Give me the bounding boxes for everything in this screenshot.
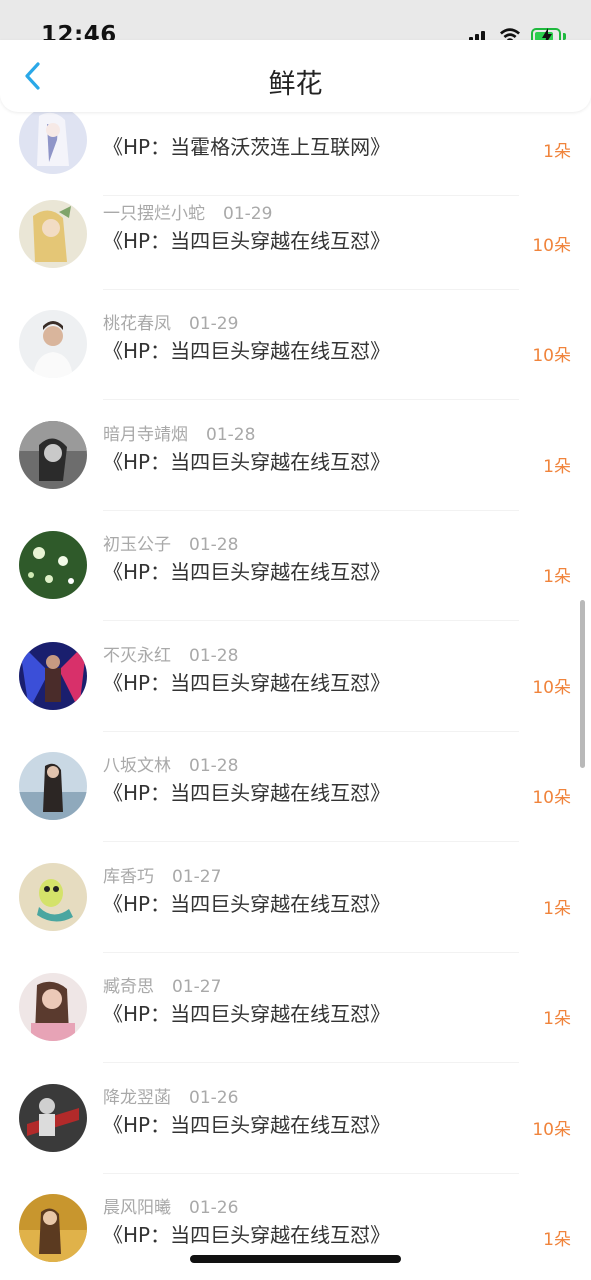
username[interactable]: 暗月寺靖烟 (103, 425, 188, 445)
scrollbar[interactable] (580, 600, 585, 768)
book-title[interactable]: 《HP：当四巨头穿越在线互怼》 (103, 446, 390, 475)
book-title[interactable]: 《HP：当四巨头穿越在线互怼》 (103, 1219, 390, 1248)
flower-count: 10朵 (532, 788, 571, 808)
avatar[interactable] (19, 642, 87, 710)
username[interactable]: 不灭永红 (103, 646, 171, 666)
nav-bar: 鲜花 (0, 40, 591, 112)
username[interactable]: 臧奇思 (103, 977, 154, 997)
page-title: 鲜花 (268, 69, 323, 100)
user-line: 八坂文林 01-28 (103, 751, 238, 776)
date: 01-26 (189, 1198, 239, 1218)
date: 01-28 (189, 646, 239, 666)
avatar[interactable] (19, 752, 87, 820)
date: 01-28 (189, 535, 239, 555)
book-title[interactable]: 《HP：当四巨头穿越在线互怼》 (103, 335, 390, 364)
user-line: 库香巧 01-27 (103, 862, 221, 887)
list-item[interactable]: 一只摆烂小蛇 01-29 《HP：当四巨头穿越在线互怼》 10朵 (0, 179, 591, 290)
avatar[interactable] (19, 1194, 87, 1262)
date: 01-28 (189, 756, 239, 776)
avatar[interactable] (19, 973, 87, 1041)
flower-count: 1朵 (543, 1009, 571, 1029)
list-item[interactable]: 初玉公子 01-28 《HP：当四巨头穿越在线互怼》 1朵 (0, 510, 591, 621)
list-item[interactable]: 暗月寺靖烟 01-28 《HP：当四巨头穿越在线互怼》 1朵 (0, 400, 591, 511)
flower-count: 1朵 (543, 142, 571, 162)
avatar[interactable] (19, 310, 87, 378)
battery-cap (563, 33, 566, 40)
username[interactable]: 桃花春凤 (103, 314, 171, 334)
date: 01-29 (223, 204, 273, 224)
date: 01-27 (172, 867, 222, 887)
list-item[interactable]: 桃花春凤 01-29 《HP：当四巨头穿越在线互怼》 10朵 (0, 289, 591, 400)
book-title[interactable]: 《HP：当四巨头穿越在线互怼》 (103, 777, 390, 806)
flower-count: 1朵 (543, 1230, 571, 1250)
home-indicator[interactable] (190, 1255, 401, 1263)
username[interactable]: 一只摆烂小蛇 (103, 204, 205, 224)
avatar[interactable] (19, 200, 87, 268)
user-line: 桃花春凤 01-29 (103, 309, 238, 334)
avatar[interactable] (19, 106, 87, 174)
avatar[interactable] (19, 531, 87, 599)
list-item[interactable]: 不灭永红 01-28 《HP：当四巨头穿越在线互怼》 10朵 (0, 621, 591, 732)
user-line: 一只摆烂小蛇 01-29 (103, 199, 272, 224)
book-title[interactable]: 《HP：当四巨头穿越在线互怼》 (103, 667, 390, 696)
book-title[interactable]: 《HP：当四巨头穿越在线互怼》 (103, 225, 390, 254)
user-line: 不灭永红 01-28 (103, 641, 238, 666)
list-item[interactable]: 臧奇思 01-27 《HP：当四巨头穿越在线互怼》 1朵 (0, 952, 591, 1063)
list-item[interactable]: 降龙翌菡 01-26 《HP：当四巨头穿越在线互怼》 10朵 (0, 1063, 591, 1174)
status-bar: 12:46 (0, 0, 591, 48)
list-item[interactable]: 八坂文林 01-28 《HP：当四巨头穿越在线互怼》 10朵 (0, 731, 591, 842)
flower-count: 1朵 (543, 899, 571, 919)
user-line: 暗月寺靖烟 01-28 (103, 420, 255, 445)
date: 01-28 (206, 425, 256, 445)
user-line: 降龙翌菡 01-26 (103, 1083, 238, 1108)
user-line: 初玉公子 01-28 (103, 530, 238, 555)
book-title[interactable]: 《HP：当四巨头穿越在线互怼》 (103, 1109, 390, 1138)
user-line: 晨风阳曦 01-26 (103, 1193, 238, 1218)
flower-count: 1朵 (543, 567, 571, 587)
username[interactable]: 初玉公子 (103, 535, 171, 555)
date: 01-29 (189, 314, 239, 334)
book-title[interactable]: 《HP：当四巨头穿越在线互怼》 (103, 556, 390, 585)
flower-count: 10朵 (532, 1120, 571, 1140)
date: 01-27 (172, 977, 222, 997)
avatar[interactable] (19, 1084, 87, 1152)
flower-count: 10朵 (532, 678, 571, 698)
flower-count: 10朵 (532, 346, 571, 366)
username[interactable]: 降龙翌菡 (103, 1088, 171, 1108)
flower-count: 10朵 (532, 236, 571, 256)
book-title[interactable]: 《HP：当四巨头穿越在线互怼》 (103, 998, 390, 1027)
book-title[interactable]: 《HP：当霍格沃茨连上互联网》 (103, 131, 390, 160)
avatar[interactable] (19, 863, 87, 931)
book-title[interactable]: 《HP：当四巨头穿越在线互怼》 (103, 888, 390, 917)
list-item[interactable]: 库香巧 01-27 《HP：当四巨头穿越在线互怼》 1朵 (0, 842, 591, 953)
list-item[interactable]: 晨风阳曦 01-26 《HP：当四巨头穿越在线互怼》 1朵 (0, 1173, 591, 1280)
avatar[interactable] (19, 421, 87, 489)
username[interactable]: 晨风阳曦 (103, 1198, 171, 1218)
username[interactable]: 八坂文林 (103, 756, 171, 776)
flower-count: 1朵 (543, 457, 571, 477)
date: 01-26 (189, 1088, 239, 1108)
username[interactable]: 库香巧 (103, 867, 154, 887)
user-line: 臧奇思 01-27 (103, 972, 221, 997)
